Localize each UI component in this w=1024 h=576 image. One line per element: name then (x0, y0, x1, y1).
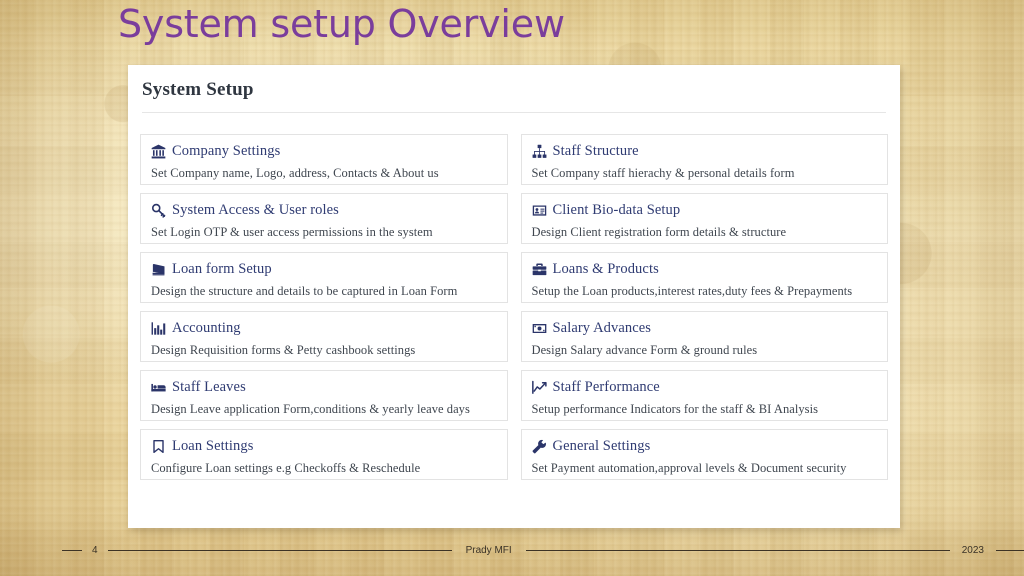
card-header: System Access & User roles (151, 201, 497, 220)
footer-rule-mid-left (107, 549, 452, 551)
card-title: Client Bio-data Setup (552, 202, 681, 218)
key-icon (151, 203, 166, 218)
card-header: Accounting (151, 319, 497, 338)
card-title: Company Settings (172, 143, 281, 159)
card-staff-performance[interactable]: Staff Performance Setup performance Indi… (520, 370, 888, 421)
book-icon (151, 262, 166, 277)
card-header: General Settings (532, 437, 878, 456)
slide-title: System setup Overview (118, 2, 565, 46)
card-header: Loans & Products (532, 260, 878, 279)
card-title: General Settings (552, 438, 651, 454)
card-description: Setup the Loan products,interest rates,d… (531, 284, 853, 298)
card-header: Staff Leaves (151, 378, 497, 397)
card-header: Staff Performance (531, 378, 878, 397)
card-header: Loan Settings (151, 437, 497, 456)
slide-footer: 4 Prady MFI 2023 (0, 540, 1024, 560)
sitemap-icon (532, 144, 547, 159)
card-loan-settings[interactable]: Loan Settings Configure Loan settings e.… (140, 429, 508, 480)
footer-page-number: 4 (92, 544, 98, 556)
card-description: Configure Loan settings e.g Checkoffs & … (151, 461, 421, 475)
card-description: Design Requisition forms & Petty cashboo… (151, 343, 416, 357)
footer-center-text: Prady MFI (465, 544, 512, 556)
bank-icon (151, 144, 166, 159)
card-title: Staff Leaves (172, 379, 246, 395)
line-chart-icon (531, 380, 547, 395)
wrench-icon (532, 439, 547, 454)
card-staff-structure[interactable]: Staff Structure Set Company staff hierac… (520, 134, 888, 185)
bookmark-icon (151, 439, 166, 454)
card-title: Staff Structure (552, 143, 639, 159)
footer-year: 2023 (961, 544, 984, 556)
bed-icon (151, 380, 166, 395)
bar-chart-icon (151, 321, 166, 336)
card-header: Salary Advances (532, 319, 878, 338)
card-general-settings[interactable]: General Settings Set Payment automation,… (520, 429, 888, 480)
card-description: Design Leave application Form,conditions… (151, 402, 470, 416)
panel-heading: System Setup (142, 79, 254, 100)
id-card-icon (532, 203, 547, 218)
card-description: Setup performance Indicators for the sta… (531, 402, 819, 416)
card-description: Set Company name, Logo, address, Contact… (151, 166, 439, 180)
card-title: Accounting (172, 320, 241, 336)
card-description: Set Company staff hierachy & personal de… (531, 166, 795, 180)
card-salary-advances[interactable]: Salary Advances Design Salary advance Fo… (520, 311, 888, 362)
money-bill-icon (532, 321, 547, 336)
card-staff-leaves[interactable]: Staff Leaves Design Leave application Fo… (140, 370, 508, 421)
card-description: Set Login OTP & user access permissions … (151, 225, 433, 239)
panel-divider (142, 112, 886, 113)
card-loans-products[interactable]: Loans & Products Setup the Loan products… (520, 252, 888, 303)
card-accounting[interactable]: Accounting Design Requisition forms & Pe… (140, 311, 508, 362)
card-system-access-user-roles[interactable]: System Access & User roles Set Login OTP… (140, 193, 508, 244)
card-header: Company Settings (151, 142, 497, 161)
card-company-settings[interactable]: Company Settings Set Company name, Logo,… (140, 134, 508, 185)
card-title: Loan Settings (172, 438, 254, 454)
card-description: Design Salary advance Form & ground rule… (531, 343, 758, 357)
setup-card-grid: Company Settings Set Company name, Logo,… (140, 134, 888, 480)
card-title: Loans & Products (552, 261, 659, 277)
footer-rule-left (62, 549, 82, 551)
briefcase-icon (532, 262, 547, 277)
slide-canvas: System setup Overview System Setup Compa… (0, 0, 1024, 576)
card-client-bio-data-setup[interactable]: Client Bio-data Setup Design Client regi… (520, 193, 888, 244)
footer-rule-right (996, 549, 1024, 551)
card-title: Salary Advances (552, 320, 652, 336)
card-description: Design Client registration form details … (531, 225, 787, 239)
footer-rule-mid-right (525, 549, 950, 551)
card-loan-form-setup[interactable]: Loan form Setup Design the structure and… (140, 252, 508, 303)
card-title: System Access & User roles (172, 202, 339, 218)
card-header: Staff Structure (532, 142, 878, 161)
card-header: Loan form Setup (151, 260, 497, 279)
system-setup-panel: System Setup Company Settings Set Compan… (128, 65, 900, 528)
card-description: Set Payment automation,approval levels &… (531, 461, 847, 475)
card-description: Design the structure and details to be c… (151, 284, 458, 298)
card-title: Staff Performance (552, 379, 660, 395)
card-title: Loan form Setup (172, 261, 272, 277)
card-header: Client Bio-data Setup (532, 201, 878, 220)
